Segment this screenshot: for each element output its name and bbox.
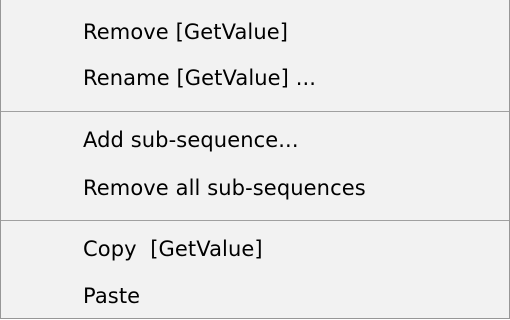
- menu-item-add-sub-sequence[interactable]: Add sub-sequence...: [1, 118, 509, 162]
- menu-separator: [1, 220, 509, 221]
- menu-item-remove-all-sub-sequences[interactable]: Remove all sub-sequences: [1, 166, 509, 210]
- menu-item-remove[interactable]: Remove [GetValue]: [1, 10, 509, 54]
- menu-separator: [1, 111, 509, 112]
- menu-item-remove-all-sub-sequences-label: Remove all sub-sequences: [83, 176, 366, 200]
- menu-item-rename[interactable]: Rename [GetValue] ...: [1, 56, 509, 100]
- menu-item-add-sub-sequence-label: Add sub-sequence...: [83, 128, 299, 152]
- menu-item-paste[interactable]: Paste: [1, 274, 509, 318]
- menu-item-copy[interactable]: Copy [GetValue]: [1, 227, 509, 271]
- menu-item-copy-label: Copy [GetValue]: [83, 237, 263, 261]
- menu-item-remove-label: Remove [GetValue]: [83, 20, 289, 44]
- menu-item-rename-label: Rename [GetValue] ...: [83, 66, 317, 90]
- menu-item-paste-label: Paste: [83, 284, 141, 308]
- context-menu: Remove [GetValue] Rename [GetValue] ... …: [0, 0, 510, 319]
